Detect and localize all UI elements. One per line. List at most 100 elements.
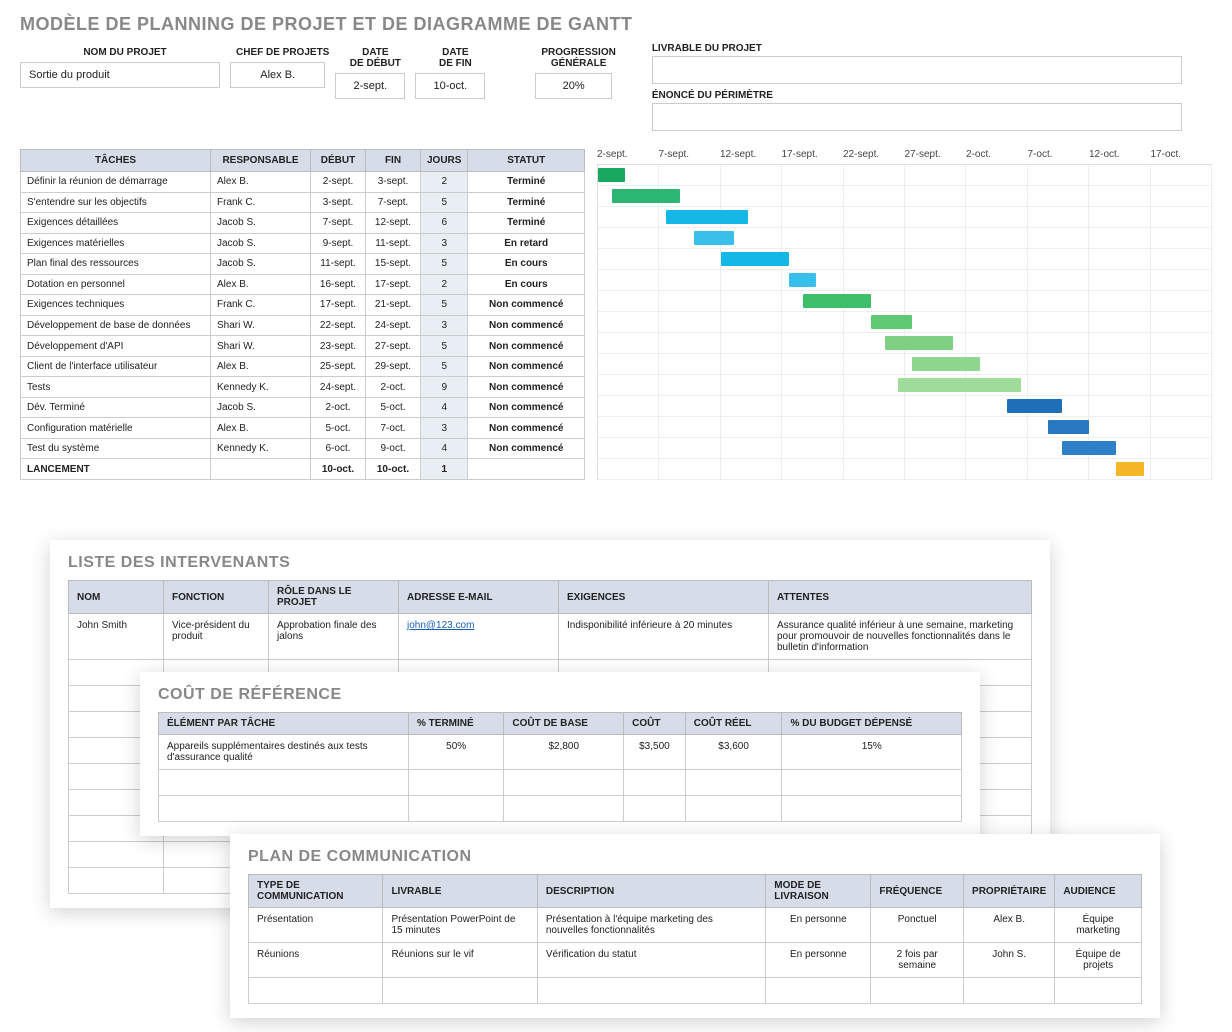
table-row[interactable]: TestsKennedy K.24-sept.2-oct.9Non commen… (21, 377, 585, 398)
task-name: Exigences techniques (21, 295, 211, 316)
task-name: Définir la réunion de démarrage (21, 172, 211, 193)
sh-header-name: NOM (69, 581, 164, 614)
task-owner: Alex B. (211, 356, 311, 377)
sh-function: Vice-président du produit (164, 614, 269, 660)
tasks-header-days: JOURS (421, 150, 468, 172)
gantt-bar[interactable] (898, 378, 1021, 392)
table-row[interactable]: Développement de base de donnéesShari W.… (21, 315, 585, 336)
task-status: Terminé (468, 213, 585, 234)
table-row[interactable]: Plan final des ressourcesJacob S.11-sept… (21, 254, 585, 275)
cost-header-budget: % DU BUDGET DÉPENSÉ (782, 713, 962, 735)
gantt-tick: 17-sept. (782, 149, 844, 160)
task-start: 2-oct. (311, 397, 366, 418)
meta-value-start-date[interactable]: 2-sept. (335, 73, 405, 99)
table-row[interactable]: Présentation Présentation PowerPoint de … (249, 908, 1142, 943)
gantt-row (598, 417, 1212, 438)
task-owner: Frank C. (211, 192, 311, 213)
table-row[interactable]: Définir la réunion de démarrageAlex B.2-… (21, 172, 585, 193)
gantt-chart: 2-sept.7-sept.12-sept.17-sept.22-sept.27… (597, 149, 1212, 480)
cost-header-item: ÉLÉMENT PAR TÂCHE (159, 713, 409, 735)
gantt-bar[interactable] (612, 189, 680, 203)
table-row[interactable]: Exigences matériellesJacob S.9-sept.11-s… (21, 233, 585, 254)
gantt-tick: 2-oct. (966, 149, 1028, 160)
task-days: 5 (421, 336, 468, 357)
sh-exp: Assurance qualité inférieur à une semain… (769, 614, 1032, 660)
gantt-row (598, 291, 1212, 312)
gantt-bar[interactable] (1116, 462, 1143, 476)
sh-email-link[interactable]: john@123.com (407, 620, 474, 631)
cost-header-base: COÛT DE BASE (504, 713, 624, 735)
task-status: Non commencé (468, 315, 585, 336)
gantt-row (598, 186, 1212, 207)
task-start: 25-sept. (311, 356, 366, 377)
gantt-row (598, 396, 1212, 417)
meta-header-scope: ÉNONCÉ DU PÉRIMÈTRE (652, 90, 1182, 101)
gantt-bar[interactable] (598, 168, 625, 182)
table-row[interactable]: Client de l'interface utilisateurAlex B.… (21, 356, 585, 377)
gantt-bar[interactable] (789, 273, 816, 287)
task-start: 23-sept. (311, 336, 366, 357)
gantt-bar[interactable] (871, 315, 912, 329)
task-end: 24-sept. (366, 315, 421, 336)
comm-type: Présentation (249, 908, 383, 943)
table-row[interactable]: Appareils supplémentaires destinés aux t… (159, 735, 962, 770)
table-row[interactable]: Configuration matérielleAlex B.5-oct.7-o… (21, 418, 585, 439)
meta-value-project-manager[interactable]: Alex B. (230, 62, 325, 88)
gantt-bar[interactable] (1007, 399, 1062, 413)
task-status: En cours (468, 274, 585, 295)
meta-value-project-name[interactable]: Sortie du produit (20, 62, 220, 88)
gantt-bar[interactable] (721, 252, 789, 266)
cost-item: Appareils supplémentaires destinés aux t… (159, 735, 409, 770)
cost-pct: 50% (409, 735, 504, 770)
task-end: 5-oct. (366, 397, 421, 418)
meta-value-progress[interactable]: 20% (535, 73, 611, 99)
task-name: Développement d'API (21, 336, 211, 357)
task-owner: Kennedy K. (211, 377, 311, 398)
gantt-row (598, 438, 1212, 459)
table-row[interactable] (159, 770, 962, 796)
task-owner (211, 459, 311, 480)
cost-title: COÛT DE RÉFÉRENCE (158, 686, 962, 704)
table-row[interactable]: Exigences détailléesJacob S.7-sept.12-se… (21, 213, 585, 234)
table-row[interactable] (249, 978, 1142, 1004)
table-row[interactable]: Test du systèmeKennedy K.6-oct.9-oct.4No… (21, 438, 585, 459)
task-end: 15-sept. (366, 254, 421, 275)
table-row[interactable]: Exigences techniquesFrank C.17-sept.21-s… (21, 295, 585, 316)
sh-email: john@123.com (399, 614, 559, 660)
table-row[interactable]: Réunions Réunions sur le vif Vérificatio… (249, 943, 1142, 978)
task-days: 6 (421, 213, 468, 234)
gantt-row (598, 354, 1212, 375)
task-owner: Shari W. (211, 315, 311, 336)
task-days: 5 (421, 192, 468, 213)
comm-table: TYPE DE COMMUNICATION LIVRABLE DESCRIPTI… (248, 874, 1142, 1004)
gantt-bar[interactable] (885, 336, 953, 350)
table-row[interactable] (159, 796, 962, 822)
table-row[interactable]: John Smith Vice-président du produit App… (69, 614, 1032, 660)
task-end: 2-oct. (366, 377, 421, 398)
gantt-row (598, 165, 1212, 186)
gantt-row (598, 333, 1212, 354)
table-row[interactable]: S'entendre sur les objectifsFrank C.3-se… (21, 192, 585, 213)
gantt-bar[interactable] (1062, 441, 1117, 455)
meta-header-end-date: DATE DE FIN (415, 43, 495, 73)
comm-header-desc: DESCRIPTION (537, 875, 765, 908)
gantt-bar[interactable] (912, 357, 980, 371)
task-start: 3-sept. (311, 192, 366, 213)
gantt-bar[interactable] (803, 294, 871, 308)
table-row[interactable]: LANCEMENT10-oct.10-oct.1 (21, 459, 585, 480)
table-row[interactable]: Dév. TerminéJacob S.2-oct.5-oct.4Non com… (21, 397, 585, 418)
gantt-bar[interactable] (1048, 420, 1089, 434)
gantt-tick: 12-oct. (1089, 149, 1151, 160)
gantt-bar[interactable] (666, 210, 748, 224)
task-start: 22-sept. (311, 315, 366, 336)
gantt-row (598, 312, 1212, 333)
cost-cost: $3,500 (624, 735, 686, 770)
table-row[interactable]: Développement d'APIShari W.23-sept.27-se… (21, 336, 585, 357)
meta-input-deliverable[interactable] (652, 56, 1182, 84)
table-row[interactable]: Dotation en personnelAlex B.16-sept.17-s… (21, 274, 585, 295)
meta-value-end-date[interactable]: 10-oct. (415, 73, 485, 99)
tasks-table: TÂCHES RESPONSABLE DÉBUT FIN JOURS STATU… (20, 149, 585, 480)
meta-input-scope[interactable] (652, 103, 1182, 131)
task-owner: Jacob S. (211, 397, 311, 418)
gantt-bar[interactable] (694, 231, 735, 245)
